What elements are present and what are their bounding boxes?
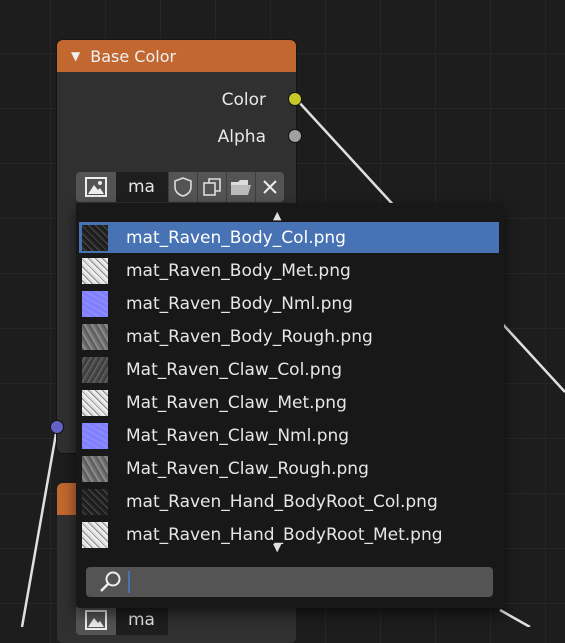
dropdown-item-label: Mat_Raven_Claw_Met.png	[126, 392, 347, 413]
open-image-button[interactable]	[226, 172, 255, 202]
dropdown-item[interactable]: Mat_Raven_Claw_Met.png	[79, 387, 499, 418]
shield-icon	[174, 177, 192, 197]
output-alpha-label: Alpha	[217, 127, 266, 147]
dropdown-item[interactable]: mat_Raven_Body_Nml.png	[79, 288, 499, 319]
scroll-up-arrow-icon[interactable]: ▲	[273, 209, 281, 222]
image-thumbnail	[82, 356, 108, 383]
image-icon	[85, 610, 107, 630]
dropdown-item-label: Mat_Raven_Claw_Col.png	[126, 359, 343, 380]
image-thumbnail	[82, 224, 108, 251]
image-thumbnail	[82, 323, 108, 350]
duplicate-icon	[203, 178, 221, 196]
dropdown-item-label: mat_Raven_Body_Met.png	[126, 260, 351, 281]
node-title: Base Color	[90, 46, 177, 66]
image-thumbnail	[82, 422, 108, 449]
dropdown-item-label: Mat_Raven_Claw_Nml.png	[126, 425, 350, 446]
dropdown-item[interactable]: mat_Raven_Body_Col.png	[79, 222, 499, 253]
dropdown-item[interactable]: Mat_Raven_Claw_Nml.png	[79, 420, 499, 451]
dropdown-item[interactable]: mat_Raven_Body_Rough.png	[79, 321, 499, 352]
image-name-field[interactable]: ma	[116, 172, 168, 202]
folder-icon	[231, 180, 251, 195]
search-field[interactable]	[86, 567, 493, 597]
unlink-image-button[interactable]	[255, 172, 284, 202]
image-thumbnail	[82, 389, 108, 416]
dropdown-item-label: Mat_Raven_Claw_Rough.png	[126, 458, 369, 479]
image-browse-dropdown[interactable]: ▲ mat_Raven_Body_Col.png mat_Raven_Body_M…	[76, 203, 504, 608]
image-selector-row-2: ma	[76, 605, 168, 635]
image-thumbnail	[82, 488, 108, 515]
dropdown-item[interactable]: Mat_Raven_Claw_Col.png	[79, 354, 499, 385]
image-name-field-2[interactable]: ma	[116, 605, 168, 635]
collapse-toggle-icon[interactable]: ▼	[71, 49, 80, 63]
dropdown-item-label: mat_Raven_Hand_BodyRoot_Col.png	[126, 491, 438, 512]
browse-image-button[interactable]	[76, 172, 116, 202]
image-thumbnail	[82, 257, 108, 284]
dropdown-item-label: mat_Raven_Body_Rough.png	[126, 326, 373, 347]
dropdown-item-label: mat_Raven_Body_Nml.png	[126, 293, 353, 314]
dropdown-item-label: mat_Raven_Body_Col.png	[126, 227, 346, 248]
dropdown-item[interactable]: mat_Raven_Body_Met.png	[79, 255, 499, 286]
search-icon	[100, 571, 121, 592]
dropdown-item[interactable]: mat_Raven_Hand_BodyRoot_Col.png	[79, 486, 499, 517]
image-thumbnail	[82, 455, 108, 482]
image-thumbnail	[82, 290, 108, 317]
image-icon	[85, 177, 107, 197]
duplicate-image-button[interactable]	[197, 172, 226, 202]
browse-image-button-2[interactable]	[76, 605, 116, 635]
image-selector-row: ma	[76, 172, 284, 202]
vector-input-socket[interactable]	[51, 421, 63, 433]
text-cursor	[128, 571, 130, 593]
image-thumbnail	[82, 521, 108, 548]
node-header[interactable]: ▼ Base Color	[57, 40, 296, 72]
dropdown-item[interactable]: mat_Raven_Hand_BodyRoot_Met.png	[79, 519, 499, 550]
dropdown-item[interactable]: Mat_Raven_Claw_Rough.png	[79, 453, 499, 484]
dropdown-item-label: mat_Raven_Hand_BodyRoot_Met.png	[126, 524, 443, 545]
scroll-down-arrow-icon[interactable]: ▼	[273, 541, 281, 554]
output-color-label: Color	[221, 90, 266, 110]
alpha-output-socket[interactable]	[289, 130, 301, 142]
close-icon	[263, 180, 277, 194]
color-output-socket[interactable]	[289, 93, 301, 105]
fake-user-button[interactable]	[168, 172, 197, 202]
